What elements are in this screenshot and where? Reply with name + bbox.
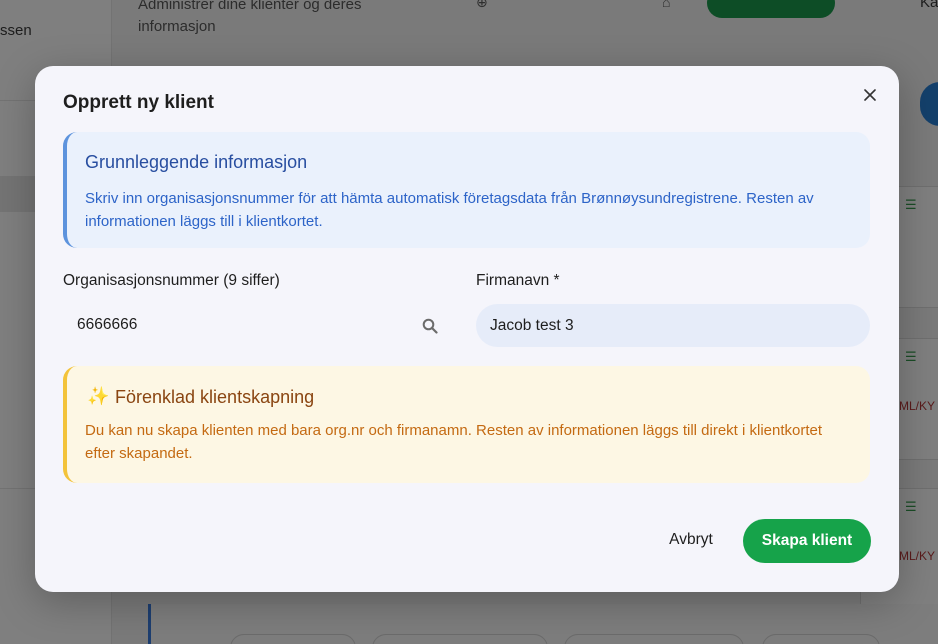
header-text: Ka <box>920 0 938 11</box>
sidebar-item-label: ssen <box>0 22 32 39</box>
checklist-icon: ☰ <box>905 499 917 514</box>
tag-pill <box>372 634 548 644</box>
tag-pill <box>564 634 744 644</box>
notice-text: Du kan nu skapa klienten med bara org.nr… <box>85 422 823 462</box>
globe-icon: ⊕ <box>476 0 488 10</box>
company-name-input[interactable]: Jacob test 3 <box>476 304 870 347</box>
notice-box: ✨ Förenklad klientskapning Du kan nu ska… <box>63 366 870 483</box>
org-number-label: Organisasjonsnummer (9 siffer) <box>63 272 280 289</box>
sparkles-icon: ✨ <box>87 386 110 406</box>
page-subtitle: Administrer dine klienter og deres infor… <box>138 0 362 35</box>
tag-pill <box>762 634 880 644</box>
tag-pill <box>230 634 356 644</box>
bell-icon: ⌂ <box>662 0 671 10</box>
org-number-input[interactable]: 6666666 <box>63 304 453 346</box>
checklist-icon: ☰ <box>905 197 917 212</box>
action-button <box>920 82 938 126</box>
new-client-button <box>707 0 835 18</box>
create-client-button[interactable]: Skapa klient <box>743 519 871 563</box>
dialog-title: Opprett ny klient <box>63 92 214 113</box>
cancel-button[interactable]: Avbryt <box>651 523 731 557</box>
close-button[interactable] <box>859 84 881 106</box>
info-box: Grunnleggende informasjon Skriv inn orga… <box>63 132 870 248</box>
checklist-icon: ☰ <box>905 349 917 364</box>
search-icon <box>422 318 438 334</box>
create-client-dialog: Opprett ny klient Grunnleggende informas… <box>35 66 899 592</box>
notice-title: Förenklad klientskapning <box>115 387 315 407</box>
close-icon <box>864 89 876 101</box>
info-title: Grunnleggende informasjon <box>85 152 308 172</box>
search-button[interactable] <box>419 315 441 337</box>
company-name-label: Firmanavn * <box>476 272 560 289</box>
info-text: Skriv inn organisasjonsnummer för att hä… <box>85 190 814 230</box>
